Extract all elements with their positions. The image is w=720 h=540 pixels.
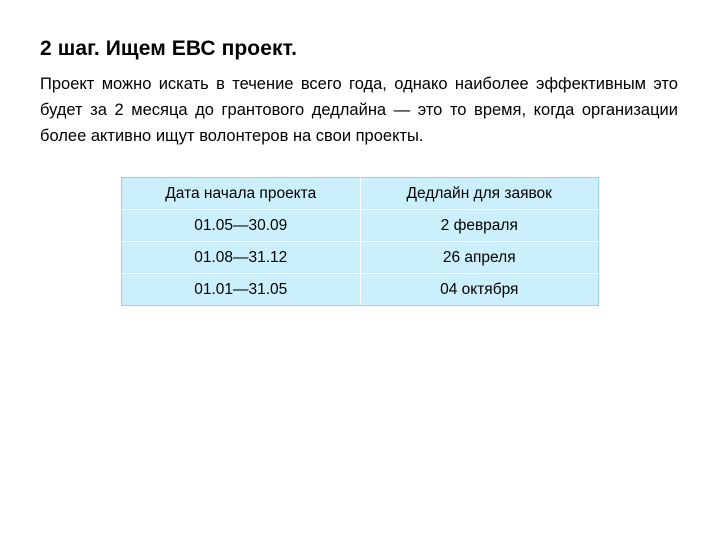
table-cell-start-date: 01.08—31.12	[121, 241, 361, 275]
table-row: 01.01—31.05 04 октября	[121, 273, 599, 307]
table-header-cell-deadline: Дедлайн для заявок	[359, 177, 599, 211]
table-cell-deadline: 26 апреля	[359, 241, 599, 275]
table-row: 01.05—30.09 2 февраля	[121, 209, 599, 243]
page-title: 2 шаг. Ищем EВС проект.	[40, 37, 298, 60]
paragraph-text: Проект можно искать в течение всего года…	[40, 75, 678, 146]
table-row: 01.08—31.12 26 апреля	[121, 241, 599, 275]
body-paragraph: Проект можно искать в течение всего года…	[40, 71, 680, 149]
table-header-cell-start-date: Дата начала проекта	[121, 177, 361, 211]
table-cell-start-date: 01.01—31.05	[121, 273, 361, 307]
table-container: Дата начала проекта Дедлайн для заявок 0…	[40, 177, 680, 307]
schedule-table: Дата начала проекта Дедлайн для заявок 0…	[121, 177, 599, 307]
slide: 2 шаг. Ищем EВС проект. Проект можно иск…	[0, 0, 720, 540]
table-cell-start-date: 01.05—30.09	[121, 209, 361, 243]
table-header-row: Дата начала проекта Дедлайн для заявок	[121, 177, 599, 211]
table-cell-deadline: 2 февраля	[359, 209, 599, 243]
table-cell-deadline: 04 октября	[359, 273, 599, 307]
